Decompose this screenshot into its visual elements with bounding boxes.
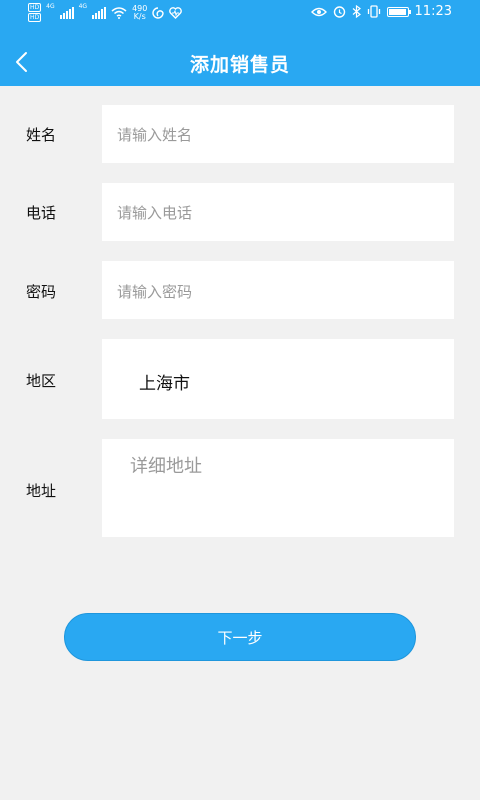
signal-icon	[59, 6, 74, 19]
status-time: 11:23	[414, 4, 452, 19]
hd-badge-1: HD	[28, 3, 42, 12]
alarm-icon	[333, 6, 345, 18]
password-row: 密码 请输入密码	[0, 261, 480, 319]
app-header: HD HD 4G 4G 490 K/s 11:23 添加销售员	[0, 0, 480, 86]
eye-icon	[310, 7, 327, 16]
name-row: 姓名 请输入姓名	[0, 105, 480, 163]
next-step-button[interactable]: 下一步	[64, 613, 416, 661]
signal-icon-2	[92, 6, 107, 19]
name-input[interactable]: 请输入姓名	[102, 105, 454, 163]
address-row: 地址 详细地址	[0, 439, 480, 537]
heart-icon	[169, 6, 183, 19]
phone-input[interactable]: 请输入电话	[102, 183, 454, 241]
region-value: 上海市	[139, 374, 190, 394]
address-placeholder: 详细地址	[130, 456, 202, 477]
name-label: 姓名	[26, 126, 57, 144]
network-type-2: 4G	[78, 3, 88, 10]
vibrate-icon	[367, 5, 380, 18]
password-label: 密码	[26, 283, 57, 301]
phone-placeholder: 请输入电话	[117, 204, 193, 222]
title-bar: 添加销售员	[0, 40, 480, 86]
bluetooth-icon	[352, 5, 361, 18]
swirl-icon	[152, 6, 165, 19]
battery-icon	[386, 6, 411, 17]
hd-badge-2: HD	[28, 13, 42, 22]
network-speed: 490 K/s	[132, 4, 147, 21]
status-bar: HD HD 4G 4G 490 K/s 11:23	[0, 0, 480, 26]
region-selector[interactable]: 上海市	[102, 339, 454, 419]
address-label: 地址	[26, 482, 57, 500]
network-speed-unit: K/s	[133, 11, 146, 21]
page-title: 添加销售员	[189, 54, 290, 76]
password-input[interactable]: 请输入密码	[102, 261, 454, 319]
network-type-1: 4G	[46, 3, 55, 10]
region-row: 地区 上海市	[0, 339, 480, 419]
address-textarea[interactable]: 详细地址	[102, 439, 454, 537]
phone-label: 电话	[26, 204, 57, 222]
region-label: 地区	[26, 372, 57, 390]
name-placeholder: 请输入姓名	[117, 126, 193, 144]
wifi-icon	[111, 6, 127, 19]
password-placeholder: 请输入密码	[117, 283, 193, 301]
hd-badges: HD HD	[28, 3, 42, 22]
phone-row: 电话 请输入电话	[0, 183, 480, 241]
